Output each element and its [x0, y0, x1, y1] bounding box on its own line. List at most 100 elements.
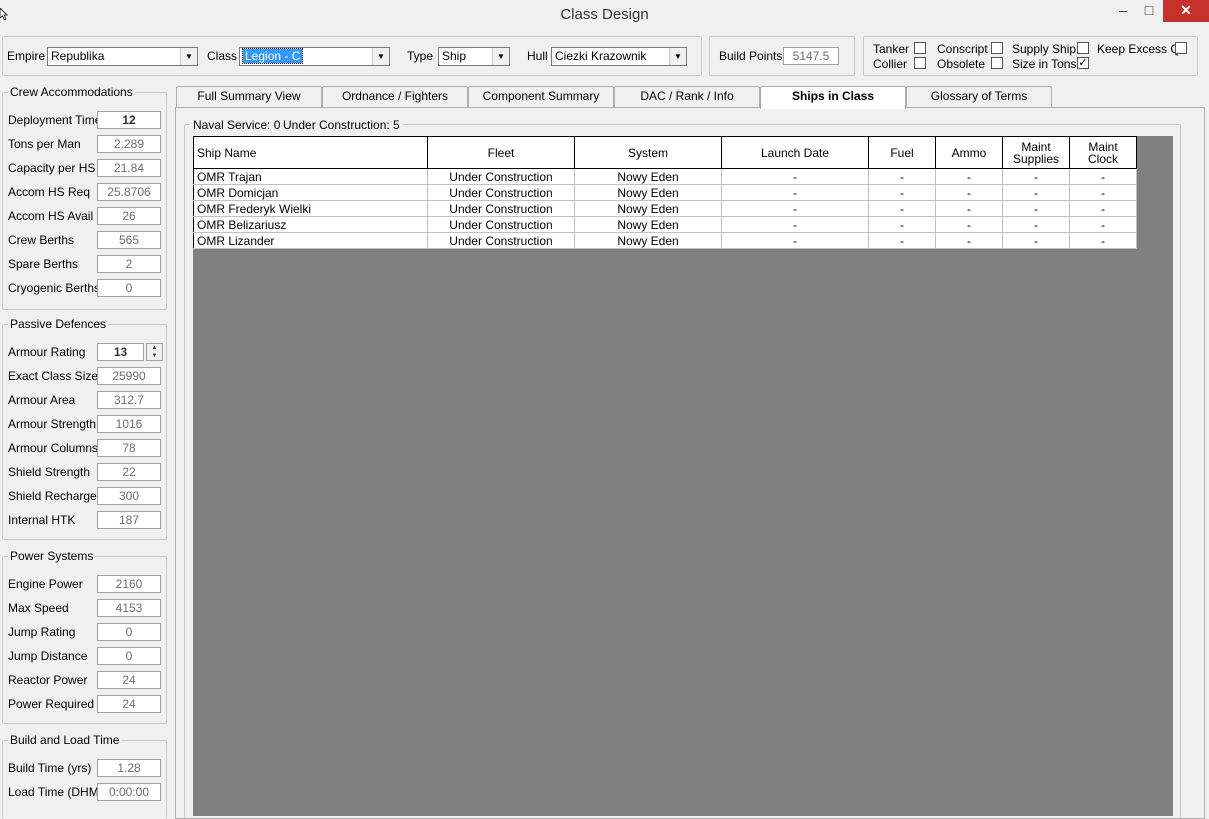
armour-area-value: 312.7 — [97, 391, 161, 409]
column-header-fuel[interactable]: Fuel — [868, 136, 936, 169]
field-reactor-power: Reactor Power 24 — [7, 671, 162, 689]
field-accom-hs-avail: Accom HS Avail 26 — [7, 207, 162, 225]
armour-rating-label: Armour Rating — [8, 345, 86, 359]
flag-collier-checkbox[interactable] — [914, 57, 926, 69]
passive-defences-group: Passive Defences Armour Rating 13 ▲ ▼ Ex… — [2, 317, 167, 540]
accom-hs-avail-value: 26 — [97, 207, 161, 225]
field-armour-columns: Armour Columns 78 — [7, 439, 162, 457]
launch-date-cell: - — [721, 200, 869, 217]
table-row[interactable]: OMR Belizariusz Under Construction Nowy … — [193, 216, 1137, 233]
ship-name-cell: OMR Trajan — [193, 168, 428, 185]
field-armour-area: Armour Area 312.7 — [7, 391, 162, 409]
column-header-ammo[interactable]: Ammo — [935, 136, 1003, 169]
build-time-label: Build Time (yrs) — [8, 761, 92, 775]
maint-supplies-cell: - — [1002, 216, 1070, 233]
exact-class-size-value: 25990 — [97, 367, 161, 385]
hull-select[interactable]: Ciezki Krazownik ▼ — [551, 47, 687, 66]
tab-ships-in-class[interactable]: Ships in Class — [760, 86, 906, 109]
internal-htk-value: 187 — [97, 511, 161, 529]
reactor-power-value: 24 — [97, 671, 161, 689]
fuel-cell: - — [868, 200, 936, 217]
ship-name-cell: OMR Frederyk Wielki — [193, 200, 428, 217]
flag-size-in-tons-checkbox[interactable]: ✓ — [1077, 57, 1089, 69]
tab-dac-rank-info[interactable]: DAC / Rank / Info — [614, 86, 760, 107]
column-header-fleet[interactable]: Fleet — [427, 136, 575, 169]
crew-accommodations-legend: Crew Accommodations — [8, 85, 135, 99]
shield-recharge-label: Shield Recharge — [8, 489, 97, 503]
maximize-button[interactable]: □ — [1136, 0, 1162, 22]
accom-hs-req-label: Accom HS Req — [8, 185, 91, 199]
type-label: Type — [407, 49, 434, 63]
flag-keep-excess-checkbox[interactable] — [1175, 42, 1187, 54]
field-max-speed: Max Speed 4153 — [7, 599, 162, 617]
launch-date-cell: - — [721, 232, 869, 249]
empire-select[interactable]: Republika ▼ — [47, 47, 198, 66]
armour-rating-input[interactable]: 13 — [97, 343, 144, 361]
table-row[interactable]: OMR Trajan Under Construction Nowy Eden … — [193, 168, 1137, 185]
table-row[interactable]: OMR Frederyk Wielki Under Construction N… — [193, 200, 1137, 217]
system-cell: Nowy Eden — [574, 232, 722, 249]
tab-ordnance-fighters[interactable]: Ordnance / Fighters — [322, 86, 468, 107]
class-select-value: Legion - C — [241, 48, 304, 64]
title-bar: Class Design – □ ✕ — [0, 0, 1209, 30]
tab-component-summary[interactable]: Component Summary — [468, 86, 614, 107]
reactor-power-label: Reactor Power — [8, 673, 88, 687]
column-header-maint-clock[interactable]: Maint Clock — [1069, 136, 1137, 169]
ship-name-cell: OMR Domicjan — [193, 184, 428, 201]
column-header-ship-name[interactable]: Ship Name — [193, 136, 428, 169]
tab-glossary-of-terms[interactable]: Glossary of Terms — [906, 86, 1052, 107]
empire-label: Empire — [7, 49, 46, 63]
deployment-time-label: Deployment Time — [8, 113, 102, 127]
column-header-maint-supplies[interactable]: Maint Supplies — [1002, 136, 1070, 169]
flag-supply-ship-checkbox[interactable] — [1077, 42, 1089, 54]
column-header-launch-date[interactable]: Launch Date — [721, 136, 869, 169]
ammo-cell: - — [935, 200, 1003, 217]
crew-accommodations-group: Crew Accommodations Deployment Time 12 T… — [2, 85, 167, 310]
spinner-up-icon[interactable]: ▲ — [147, 344, 162, 352]
chevron-down-icon: ▼ — [669, 48, 686, 65]
shield-strength-value: 22 — [97, 463, 161, 481]
internal-htk-label: Internal HTK — [8, 513, 76, 527]
class-label: Class — [207, 49, 238, 63]
accom-hs-avail-label: Accom HS Avail — [8, 209, 94, 223]
chevron-down-icon: ▼ — [492, 48, 509, 65]
maint-clock-cell: - — [1069, 168, 1137, 185]
max-speed-value: 4153 — [97, 599, 161, 617]
engine-power-label: Engine Power — [8, 577, 83, 591]
field-cryogenic-berths: Cryogenic Berths 0 — [7, 279, 162, 297]
exact-class-size-label: Exact Class Size — [8, 369, 99, 383]
spare-berths-label: Spare Berths — [8, 257, 79, 271]
tab-full-summary-view[interactable]: Full Summary View — [176, 86, 322, 107]
field-engine-power: Engine Power 2160 — [7, 575, 162, 593]
type-select[interactable]: Ship ▼ — [438, 47, 510, 66]
empire-select-value: Republika — [51, 49, 105, 63]
flag-tanker-label: Tanker — [873, 42, 910, 56]
hull-select-value: Ciezki Krazownik — [555, 49, 647, 63]
flag-conscript-checkbox[interactable] — [991, 42, 1003, 54]
spinner-down-icon[interactable]: ▼ — [147, 352, 162, 360]
crew-berths-value: 565 — [97, 231, 161, 249]
maint-supplies-cell: - — [1002, 184, 1070, 201]
flag-tanker-checkbox[interactable] — [914, 42, 926, 54]
armour-rating-spinner[interactable]: ▲ ▼ — [146, 343, 163, 361]
jump-rating-label: Jump Rating — [8, 625, 76, 639]
field-load-time: Load Time (DHM) 0:00:00 — [7, 783, 162, 801]
table-row[interactable]: OMR Lizander Under Construction Nowy Ede… — [193, 232, 1137, 249]
minimize-button[interactable]: – — [1110, 0, 1136, 22]
jump-rating-value: 0 — [97, 623, 161, 641]
class-select[interactable]: Legion - C ▼ — [239, 47, 390, 66]
table-row[interactable]: OMR Domicjan Under Construction Nowy Ede… — [193, 184, 1137, 201]
fleet-cell: Under Construction — [427, 216, 575, 233]
jump-distance-value: 0 — [97, 647, 161, 665]
column-header-system[interactable]: System — [574, 136, 722, 169]
deployment-time-input[interactable]: 12 — [97, 111, 161, 129]
max-speed-label: Max Speed — [8, 601, 69, 615]
power-required-value: 24 — [97, 695, 161, 713]
passive-defences-legend: Passive Defences — [8, 317, 109, 331]
capacity-per-hs-label: Capacity per HS — [8, 161, 96, 175]
close-button[interactable]: ✕ — [1163, 0, 1209, 22]
field-tons-per-man: Tons per Man 2.289 — [7, 135, 162, 153]
flag-obsolete-checkbox[interactable] — [991, 57, 1003, 69]
system-cell: Nowy Eden — [574, 168, 722, 185]
window-title: Class Design — [560, 6, 649, 23]
